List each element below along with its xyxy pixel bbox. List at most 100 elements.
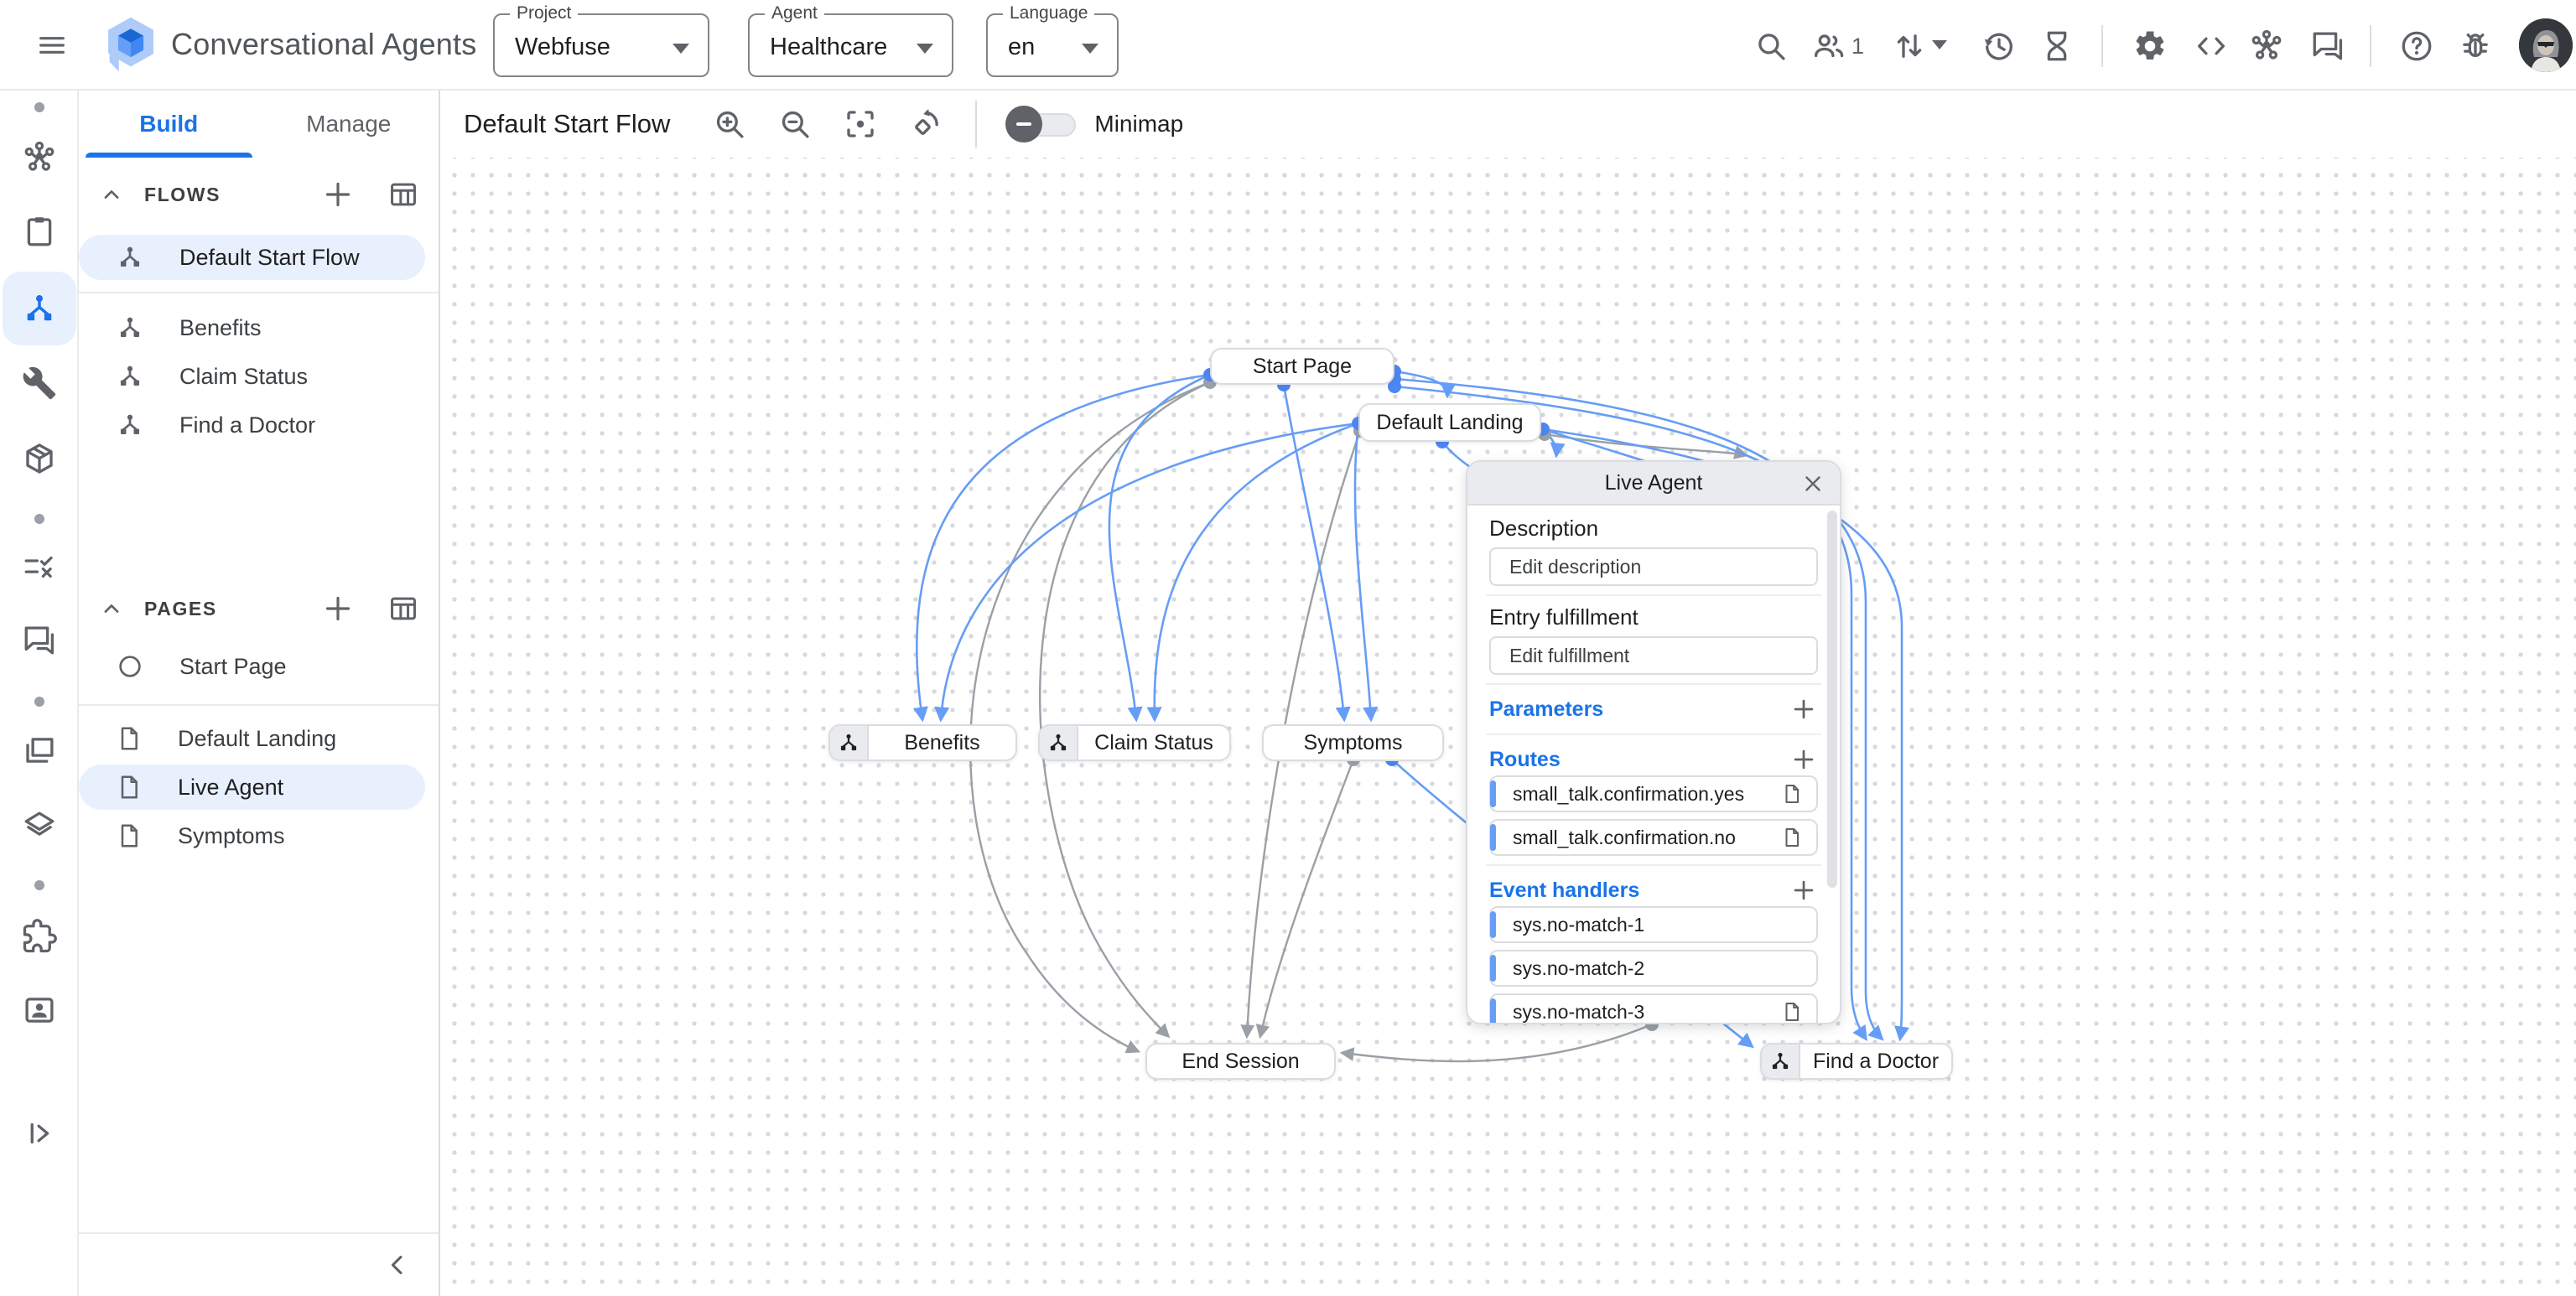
chevron-down-icon (1082, 44, 1098, 54)
description-field[interactable]: Edit description (1489, 547, 1818, 586)
sidebar-item-symptoms[interactable]: Symptoms (79, 815, 439, 857)
project-select[interactable]: Project Webfuse (493, 13, 709, 77)
panel-header[interactable]: Live Agent (1467, 462, 1840, 505)
route-label: small_talk.confirmation.no (1513, 827, 1736, 849)
build-sidebar: Build Manage FLOWS Default Start Flow Be… (79, 91, 440, 1296)
event-handler-item[interactable]: sys.no-match-1 (1489, 906, 1818, 943)
pending-hourglass-icon[interactable] (2033, 22, 2081, 70)
route-item[interactable]: small_talk.confirmation.yes (1489, 775, 1818, 812)
page-item-label: Symptoms (178, 823, 285, 849)
rail-item-agent-hub-icon[interactable] (3, 121, 76, 194)
panel-divider (1486, 864, 1821, 866)
sidebar-item-default-landing[interactable]: Default Landing (79, 718, 439, 759)
rail-item-flows-icon[interactable] (3, 272, 76, 345)
rail-expand-panel-icon[interactable] (3, 1096, 76, 1170)
node-default-landing[interactable]: Default Landing (1358, 403, 1541, 442)
rail-item-layers-icon[interactable] (3, 789, 76, 863)
rail-item-integrations-puzzle-icon[interactable] (3, 899, 76, 973)
page-item-label: Default Landing (178, 726, 336, 752)
parameters-link[interactable]: Parameters (1489, 697, 1603, 722)
node-start-page[interactable]: Start Page (1210, 348, 1394, 385)
add-route-icon[interactable] (1789, 745, 1818, 774)
sidebar-item-start-page[interactable]: Start Page (79, 645, 439, 687)
event-handler-item[interactable]: sys.no-match-3 (1489, 993, 1818, 1024)
add-page-icon[interactable] (319, 590, 356, 627)
sidebar-item-benefits[interactable]: Benefits (79, 307, 439, 349)
header-divider (2101, 25, 2103, 67)
sort-versions-icon[interactable] (1885, 22, 1934, 70)
collapse-sidebar-chevron-icon[interactable] (382, 1249, 413, 1281)
chevron-up-icon[interactable] (97, 594, 126, 623)
reset-view-icon[interactable] (900, 98, 952, 150)
settings-gear-icon[interactable] (2126, 22, 2174, 70)
node-label: End Session (1147, 1050, 1334, 1074)
center-focus-icon[interactable] (834, 98, 886, 150)
rail-item-test-checklist-icon[interactable] (3, 530, 76, 604)
flows-table-view-icon[interactable] (385, 176, 422, 213)
tab-build[interactable]: Build (79, 91, 259, 158)
page-icon (1781, 783, 1803, 805)
rail-item-package-icon[interactable] (3, 422, 76, 495)
sidebar-item-default-start-flow[interactable]: Default Start Flow (79, 235, 425, 280)
rail-item-clipboard-icon[interactable] (3, 194, 76, 268)
chevron-up-icon[interactable] (97, 180, 126, 209)
toggle-thumb (1005, 106, 1042, 143)
node-benefits[interactable]: Benefits (828, 724, 1017, 761)
flows-section-title: FLOWS (144, 184, 221, 206)
node-symptoms[interactable]: Symptoms (1262, 724, 1444, 761)
rail-item-tools-wrench-icon[interactable] (3, 346, 76, 420)
rail-item-contacts-icon[interactable] (3, 973, 76, 1047)
zoom-out-icon[interactable] (769, 98, 821, 150)
page-icon (1781, 1001, 1803, 1023)
fulfillment-field[interactable]: Edit fulfillment (1489, 636, 1818, 675)
zoom-in-icon[interactable] (704, 98, 756, 150)
page-icon (116, 822, 143, 849)
code-icon[interactable] (2187, 22, 2236, 70)
sidebar-item-live-agent[interactable]: Live Agent (79, 765, 425, 810)
event-handler-label: sys.no-match-1 (1513, 914, 1644, 936)
minimap-toggle[interactable] (1005, 106, 1083, 143)
tab-manage[interactable]: Manage (259, 91, 439, 158)
close-icon[interactable] (1798, 469, 1828, 499)
chevron-down-icon[interactable] (1932, 40, 1947, 49)
flow-graph-viewport[interactable]: Start Page Default Landing Benefits Clai… (440, 158, 2576, 1296)
panel-scrollbar[interactable] (1827, 511, 1837, 888)
node-label: Find a Doctor (1800, 1050, 1951, 1074)
rail-item-conversations-icon[interactable] (3, 604, 76, 677)
user-avatar[interactable] (2519, 18, 2573, 72)
sidebar-item-find-a-doctor[interactable]: Find a Doctor (79, 404, 439, 446)
flow-icon (116, 411, 144, 439)
agent-select-value: Healthcare (770, 34, 887, 61)
node-find-a-doctor[interactable]: Find a Doctor (1760, 1043, 1953, 1080)
help-icon[interactable] (2392, 22, 2441, 70)
node-end-session[interactable]: End Session (1145, 1043, 1336, 1080)
flows-section-header: FLOWS (79, 176, 439, 213)
flow-item-label: Claim Status (179, 364, 308, 390)
hub-icon[interactable] (2242, 22, 2291, 70)
project-select-value: Webfuse (515, 34, 610, 61)
search-icon[interactable] (1747, 22, 1795, 70)
node-claim-status[interactable]: Claim Status (1038, 724, 1231, 761)
add-flow-icon[interactable] (319, 176, 356, 213)
flow-icon (116, 243, 144, 272)
add-event-handler-icon[interactable] (1789, 876, 1818, 905)
rail-item-pages-windows-icon[interactable] (3, 713, 76, 787)
sidebar-divider (79, 704, 439, 706)
agent-select[interactable]: Agent Healthcare (748, 13, 953, 77)
event-handlers-link[interactable]: Event handlers (1489, 879, 1639, 903)
pages-section-header: PAGES (79, 590, 439, 627)
bug-report-icon[interactable] (2451, 22, 2500, 70)
node-label: Start Page (1212, 355, 1393, 379)
language-select-value: en (1008, 34, 1035, 61)
pages-table-view-icon[interactable] (385, 590, 422, 627)
feedback-chat-icon[interactable] (2303, 22, 2352, 70)
menu-icon[interactable] (29, 22, 75, 69)
route-item[interactable]: small_talk.confirmation.no (1489, 819, 1818, 856)
event-handler-item[interactable]: sys.no-match-2 (1489, 950, 1818, 987)
add-parameter-icon[interactable] (1789, 695, 1818, 723)
routes-link[interactable]: Routes (1489, 748, 1561, 772)
collaborators-icon[interactable] (1805, 22, 1853, 70)
language-select[interactable]: Language en (986, 13, 1119, 77)
history-icon[interactable] (1975, 22, 2023, 70)
sidebar-item-claim-status[interactable]: Claim Status (79, 355, 439, 397)
